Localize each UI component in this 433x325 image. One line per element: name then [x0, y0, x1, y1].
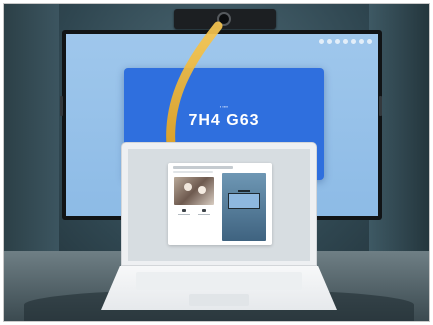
app-window [168, 163, 272, 245]
status-icon [351, 39, 356, 44]
video-icon [182, 209, 186, 212]
camera-icon [217, 12, 231, 26]
display-handle-left [60, 96, 63, 116]
action-label-bar [198, 214, 210, 215]
participants-photo [174, 177, 214, 205]
scene-frame: ▪ ▪▪▪▪ 7H4 G63 [3, 3, 430, 322]
person-avatar [184, 183, 192, 191]
status-icons [319, 39, 372, 44]
app-title-bar [173, 166, 233, 169]
action-row [174, 209, 214, 215]
code-caption: ▪ ▪▪▪▪ [219, 104, 229, 109]
status-icon [343, 39, 348, 44]
status-icon [319, 39, 324, 44]
share-icon [202, 209, 206, 212]
pairing-code: 7H4 G63 [188, 112, 260, 129]
action-label-bar [178, 214, 190, 215]
app-subtitle-bar [173, 171, 213, 173]
video-action[interactable] [177, 209, 191, 215]
status-icon [367, 39, 372, 44]
keyboard [136, 272, 302, 290]
status-icon [359, 39, 364, 44]
person-avatar [198, 186, 206, 194]
display-mini [228, 193, 260, 209]
touchpad [189, 294, 249, 306]
status-icon [327, 39, 332, 44]
conference-camera-bar [174, 9, 276, 29]
share-action[interactable] [197, 209, 211, 215]
status-icon [335, 39, 340, 44]
laptop-screen [128, 149, 310, 261]
laptop-lid [121, 142, 317, 266]
camera-bar-mini [238, 190, 250, 192]
room-preview [222, 173, 266, 241]
display-handle-right [379, 96, 382, 116]
